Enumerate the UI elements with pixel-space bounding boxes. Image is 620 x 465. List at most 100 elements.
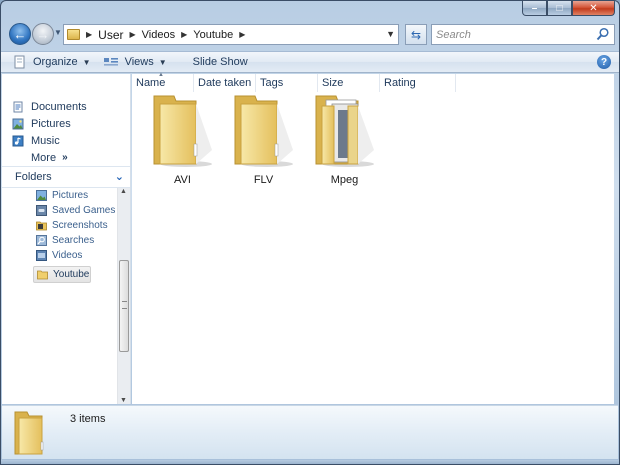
column-header-rating[interactable]: Rating xyxy=(380,74,456,92)
double-chevron-right-icon: » xyxy=(62,152,68,163)
views-icon xyxy=(103,58,118,66)
minimize-button[interactable]: – xyxy=(522,1,547,16)
breadcrumb-youtube[interactable]: Youtube xyxy=(193,29,233,41)
tree-item-label: Saved Games xyxy=(52,205,116,216)
breadcrumb-label: Youtube xyxy=(193,28,234,41)
folder-item-label: AVI xyxy=(174,174,191,186)
column-header-size[interactable]: Size xyxy=(318,74,380,92)
chevron-down-icon: ▼ xyxy=(158,57,167,67)
tree-item-label: Screenshots xyxy=(52,220,108,231)
back-button[interactable]: ← xyxy=(9,23,31,45)
column-header-label: Rating xyxy=(384,77,416,89)
tree-item-youtube[interactable]: Youtube xyxy=(33,266,91,283)
favorite-label: Music xyxy=(31,134,60,147)
column-header-label: Date taken xyxy=(198,77,252,89)
close-button[interactable]: ✕ xyxy=(572,1,615,16)
favorite-link-music[interactable]: Music xyxy=(12,132,87,149)
sort-ascending-icon: ▲ xyxy=(158,72,164,78)
organize-button[interactable]: Organize ▼ xyxy=(7,52,97,72)
tree-item-label: Pictures xyxy=(52,190,89,201)
scroll-up-arrow-icon[interactable]: ▲ xyxy=(120,188,127,195)
more-label: More xyxy=(31,151,57,164)
saved-games-icon xyxy=(36,205,47,216)
caption-buttons: – □ ✕ xyxy=(522,1,615,16)
searches-icon xyxy=(36,235,47,246)
more-links-button[interactable]: More » xyxy=(12,149,87,166)
column-header-date-taken[interactable]: Date taken xyxy=(194,74,256,92)
navigation-pane: Documents Pictures Music More » Folders … xyxy=(2,74,131,404)
folder-item[interactable]: AVI xyxy=(142,92,223,186)
column-headers: ▲ Name Date taken Tags Size Rating xyxy=(132,72,614,92)
breadcrumb-separator[interactable]: ▶ xyxy=(239,30,245,39)
folder-item[interactable]: Mpeg xyxy=(304,92,385,186)
favorite-label: Pictures xyxy=(31,117,71,130)
forward-arrow-icon: → xyxy=(36,26,50,42)
file-list: ▲ Name Date taken Tags Size Rating AVI F… xyxy=(132,72,614,404)
tree-item-label: Youtube xyxy=(53,269,90,280)
search-box[interactable]: Search xyxy=(431,24,615,45)
maximize-button[interactable]: □ xyxy=(547,1,572,16)
scrollbar-thumb[interactable] xyxy=(119,260,129,352)
documents-icon xyxy=(13,101,23,112)
tree-item-screenshots[interactable]: Screenshots xyxy=(36,218,116,233)
maximize-icon: □ xyxy=(556,2,563,14)
folders-header[interactable]: Folders ⌄ xyxy=(2,166,130,188)
organize-icon xyxy=(14,55,25,69)
folder-tree-scrollbar[interactable]: ▲ ▼ xyxy=(117,188,130,404)
refresh-icon: ⇆ xyxy=(410,27,422,42)
address-bar[interactable]: ▶ User ▶ Videos ▶ Youtube ▶ ▼ xyxy=(63,24,399,45)
folder-item[interactable]: FLV xyxy=(223,92,304,186)
views-button[interactable]: Views ▼ xyxy=(97,52,173,72)
address-history-dropdown[interactable]: ▼ xyxy=(386,29,395,39)
folder-item-label: FLV xyxy=(253,174,274,186)
command-toolbar: Organize ▼ Views ▼ Slide Show ? xyxy=(1,51,619,73)
slideshow-button[interactable]: Slide Show xyxy=(187,52,254,72)
breadcrumb-separator[interactable]: ▶ xyxy=(181,30,187,39)
close-icon: ✕ xyxy=(589,2,598,14)
folder-icon xyxy=(36,221,47,231)
favorite-link-documents[interactable]: Documents xyxy=(12,98,87,115)
tree-item-label: Videos xyxy=(52,250,83,261)
item-count: 3 items xyxy=(70,413,106,425)
window-bottom-border xyxy=(1,460,619,464)
pictures-icon xyxy=(36,190,47,201)
views-label: Views xyxy=(124,56,154,68)
chevron-down-icon: ⌄ xyxy=(114,171,124,183)
breadcrumb-videos[interactable]: Videos xyxy=(142,29,175,41)
minimize-icon: – xyxy=(531,2,538,14)
music-icon xyxy=(12,135,24,146)
tree-item-saved-games[interactable]: Saved Games xyxy=(36,203,116,218)
search-icon[interactable] xyxy=(596,27,610,41)
pictures-icon xyxy=(12,118,24,129)
videos-icon xyxy=(36,250,47,261)
breadcrumb-user[interactable]: User xyxy=(98,28,123,42)
tree-item-searches[interactable]: Searches xyxy=(36,233,116,248)
help-button[interactable]: ? xyxy=(597,55,611,69)
folder-icon xyxy=(67,29,80,40)
breadcrumb-separator[interactable]: ▶ xyxy=(130,30,136,39)
organize-label: Organize xyxy=(33,56,78,68)
folder-icon xyxy=(153,95,212,167)
folders-label: Folders xyxy=(15,171,52,183)
folder-icon xyxy=(234,95,293,167)
favorite-link-pictures[interactable]: Pictures xyxy=(12,115,87,132)
refresh-button[interactable]: ⇆ xyxy=(405,24,427,45)
folder-icon xyxy=(37,270,48,280)
chevron-down-icon: ▼ xyxy=(82,57,91,67)
column-header-name[interactable]: ▲ Name xyxy=(132,72,194,92)
breadcrumb-separator[interactable]: ▶ xyxy=(86,30,92,39)
help-icon: ? xyxy=(600,56,608,68)
breadcrumb-label: Videos xyxy=(141,28,176,41)
column-header-label: Name xyxy=(136,77,166,89)
back-arrow-icon: ← xyxy=(13,26,27,42)
column-header-tags[interactable]: Tags xyxy=(256,74,318,92)
title-bar: – □ ✕ xyxy=(1,1,619,19)
search-placeholder: Search xyxy=(436,28,471,41)
recent-pages-dropdown[interactable]: ▼ xyxy=(54,28,62,37)
tree-item-videos[interactable]: Videos xyxy=(36,248,116,263)
folder-item-label: Mpeg xyxy=(330,174,359,186)
forward-button[interactable]: → xyxy=(32,23,54,45)
column-header-label: Tags xyxy=(260,77,284,89)
scroll-down-arrow-icon[interactable]: ▼ xyxy=(120,397,127,404)
tree-item-pictures[interactable]: Pictures xyxy=(36,188,116,203)
